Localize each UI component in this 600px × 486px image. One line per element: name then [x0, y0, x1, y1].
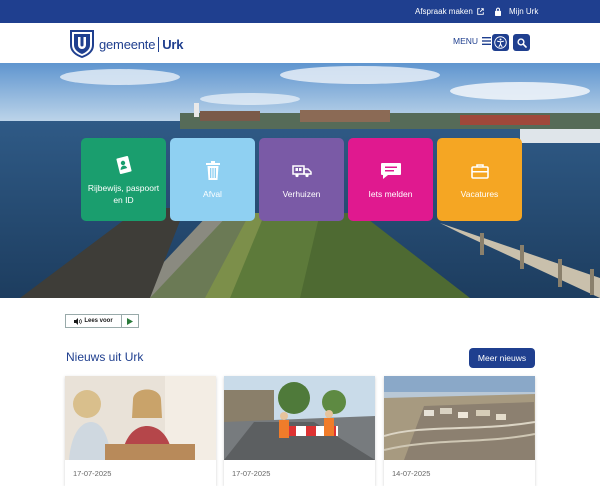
news-date: 17-07-2025	[232, 469, 271, 478]
menu-label: MENU	[453, 36, 479, 46]
id-card-icon	[115, 155, 132, 174]
play-button[interactable]	[122, 315, 138, 327]
search-button[interactable]	[513, 34, 530, 51]
search-icon	[516, 37, 527, 48]
site-logo[interactable]: gemeente Urk	[69, 29, 184, 59]
accessibility-icon	[494, 36, 507, 49]
read-aloud-label: Lees voor	[84, 318, 113, 324]
lock-icon	[495, 7, 501, 16]
tile-label: Iets melden	[368, 188, 413, 199]
speaker-icon	[74, 317, 83, 325]
tile-label: Verhuizen	[282, 188, 321, 199]
more-news-button[interactable]: Meer nieuws	[469, 348, 535, 368]
logo-prefix: gemeente	[99, 36, 156, 52]
tile-label: Afval	[203, 188, 222, 199]
tile-afval[interactable]: Afval	[170, 138, 255, 221]
trash-icon	[205, 160, 220, 180]
news-date: 17-07-2025	[73, 469, 112, 478]
logo-name: Urk	[158, 36, 184, 52]
news-image-aerial-construction	[384, 376, 535, 460]
urk-shield-logo	[70, 30, 94, 58]
news-image-conversation	[65, 376, 216, 460]
mijn-urk-link[interactable]: Mijn Urk	[494, 7, 538, 16]
chat-icon	[380, 162, 401, 179]
tile-verhuizen[interactable]: Verhuizen	[259, 138, 344, 221]
site-header: gemeente Urk MENU	[0, 23, 600, 63]
briefcase-icon	[470, 163, 489, 179]
play-icon	[127, 317, 133, 325]
news-section-title: Nieuws uit Urk	[66, 350, 144, 364]
appointment-label: Afspraak maken	[415, 7, 473, 16]
news-card[interactable]: 17-07-2025	[224, 376, 375, 486]
hamburger-icon	[482, 37, 492, 45]
news-card[interactable]: 17-07-2025	[65, 376, 216, 486]
moving-truck-icon	[291, 164, 312, 177]
logo-text: gemeente Urk	[99, 36, 184, 52]
news-card[interactable]: 14-07-2025	[384, 376, 535, 486]
tile-label: Rijbewijs, paspoort en ID	[87, 182, 160, 205]
news-image-road-works	[224, 376, 375, 460]
hero-banner: Rijbewijs, paspoort en ID Afval Verhuize…	[0, 63, 600, 298]
accessibility-button[interactable]	[492, 34, 509, 51]
mijn-urk-label: Mijn Urk	[509, 7, 539, 16]
news-date: 14-07-2025	[392, 469, 431, 478]
external-link-icon	[477, 8, 484, 15]
tile-rijbewijs[interactable]: Rijbewijs, paspoort en ID	[81, 138, 166, 221]
tile-vacatures[interactable]: Vacatures	[437, 138, 522, 221]
read-aloud-button[interactable]: Lees voor	[65, 314, 139, 328]
appointment-link[interactable]: Afspraak maken	[415, 7, 484, 16]
top-bar: Afspraak maken Mijn Urk	[0, 0, 600, 23]
tile-iets-melden[interactable]: Iets melden	[348, 138, 433, 221]
tile-label: Vacatures	[460, 188, 499, 199]
menu-button[interactable]: MENU	[453, 36, 492, 46]
